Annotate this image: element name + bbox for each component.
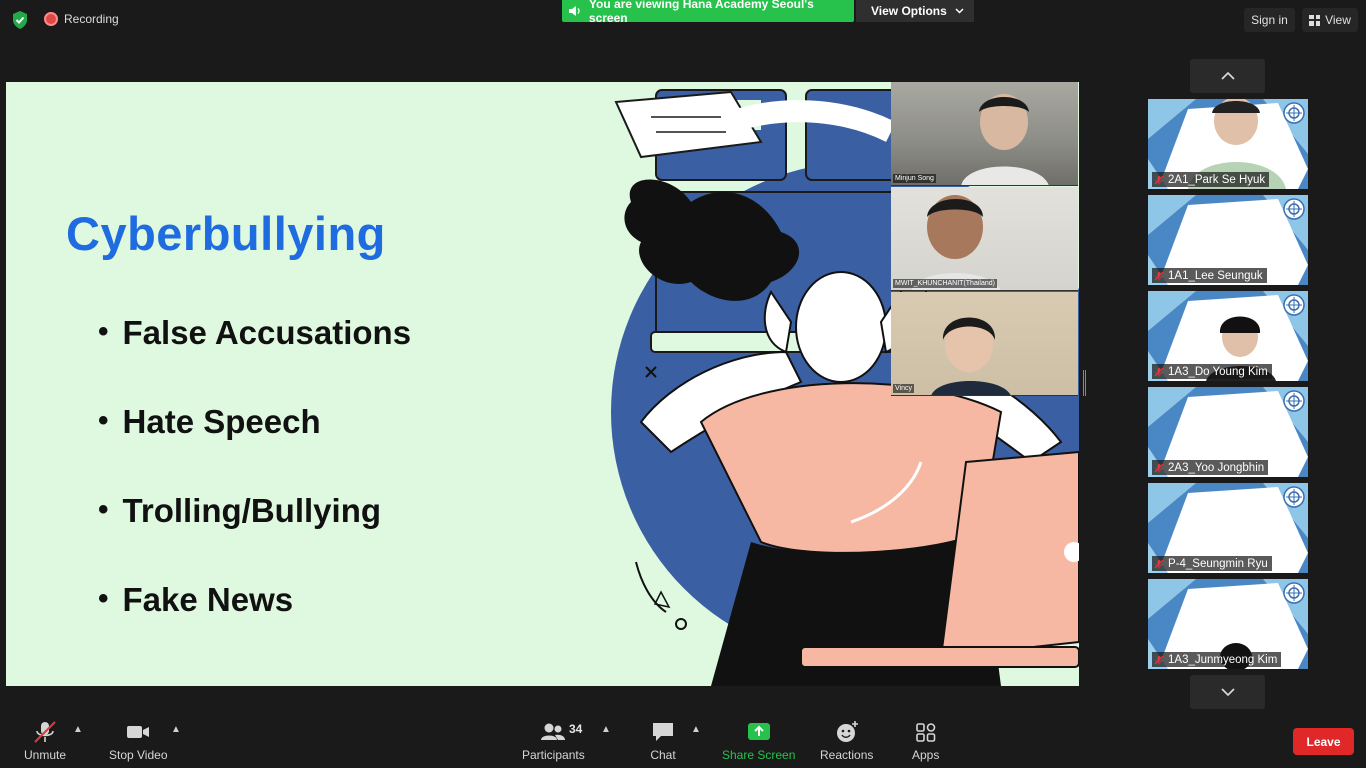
mic-muted-icon: [1154, 367, 1164, 376]
recording-icon: [44, 12, 58, 26]
video-tile-name: MWIT_KHUNCHANIT(Thailand): [893, 279, 997, 288]
participant-name: 1A3_Junmyeong Kim: [1168, 653, 1278, 666]
view-options-button[interactable]: View Options: [856, 0, 974, 22]
share-screen-label: Share Screen: [722, 748, 796, 762]
grid-view-icon: [1309, 14, 1321, 26]
mic-muted-icon: [1154, 655, 1164, 664]
video-tile[interactable]: Vincy: [891, 292, 1078, 396]
viewing-banner-text: You are viewing Hana Academy Seoul's scr…: [588, 0, 814, 25]
school-logo-icon: [1283, 582, 1305, 604]
scroll-up-button[interactable]: [1190, 59, 1265, 93]
recording-label: Recording: [64, 12, 119, 26]
chat-button[interactable]: Chat: [650, 720, 676, 762]
chevron-down-icon: [1220, 688, 1235, 696]
slide-bullet-list: False Accusations Hate Speech Trolling/B…: [98, 314, 412, 670]
mic-muted-icon: [1154, 463, 1164, 472]
leave-button[interactable]: Leave: [1293, 728, 1354, 755]
video-tile[interactable]: MWIT_KHUNCHANIT(Thailand): [891, 187, 1078, 291]
apps-icon: [915, 723, 935, 742]
participant-name-label: P-4_Seungmin Ryu: [1152, 556, 1272, 571]
participant-tile[interactable]: 1A3_Do Young Kim: [1148, 291, 1308, 381]
participant-tile[interactable]: 1A1_Lee Seunguk: [1148, 195, 1308, 285]
school-logo-icon: [1283, 294, 1305, 316]
reactions-label: Reactions: [820, 748, 874, 762]
participant-tile[interactable]: 2A1_Park Se Hyuk: [1148, 99, 1308, 189]
slide-title: Cyberbullying: [66, 207, 386, 260]
participant-name-label: 2A1_Park Se Hyuk: [1152, 172, 1270, 187]
participants-count: 34: [569, 722, 583, 736]
slide-bullet: Hate Speech: [98, 403, 411, 492]
sign-in-label: Sign in: [1251, 13, 1288, 27]
school-logo-icon: [1283, 390, 1305, 412]
unmute-button[interactable]: Unmute: [24, 720, 66, 762]
participant-name: 2A1_Park Se Hyuk: [1168, 173, 1266, 186]
participant-tile[interactable]: P-4_Seungmin Ryu: [1148, 483, 1308, 573]
participant-name-label: 1A3_Do Young Kim: [1152, 364, 1272, 379]
chevron-down-icon: [955, 8, 964, 14]
shield-icon[interactable]: [10, 10, 30, 30]
participant-tile[interactable]: 1A3_Junmyeong Kim: [1148, 579, 1308, 669]
leave-label: Leave: [1306, 734, 1341, 749]
scroll-down-button[interactable]: [1190, 675, 1265, 709]
apps-button[interactable]: Apps: [912, 720, 939, 762]
mic-muted-icon: [1154, 175, 1164, 184]
viewing-banner: You are viewing Hana Academy Seoul's scr…: [562, 0, 854, 25]
share-screen-icon: [747, 723, 770, 740]
slide-bullet: False Accusations: [98, 314, 412, 403]
participant-name: 2A3_Yoo Jongbhin: [1168, 461, 1265, 474]
chat-label: Chat: [650, 748, 676, 762]
mic-muted-icon: [1154, 559, 1164, 568]
participants-icon: [541, 723, 566, 740]
school-logo-icon: [1283, 102, 1305, 124]
sign-in-button[interactable]: Sign in: [1244, 8, 1295, 32]
video-tile-name: Vincy: [893, 384, 914, 393]
chat-icon: [653, 723, 673, 741]
camera-icon: [127, 726, 150, 738]
video-options-caret[interactable]: ▲: [171, 724, 181, 735]
participants-label: Participants: [522, 748, 585, 762]
participant-name: 1A1_Lee Seunguk: [1168, 269, 1263, 282]
participant-name-label: 2A3_Yoo Jongbhin: [1152, 460, 1269, 475]
participant-name: 1A3_Do Young Kim: [1168, 365, 1268, 378]
view-button[interactable]: View: [1302, 8, 1358, 32]
stop-video-label: Stop Video: [109, 748, 168, 762]
participant-video: [911, 195, 1001, 290]
school-logo-icon: [1283, 198, 1305, 220]
slide-bullet: Fake News: [98, 581, 411, 670]
audio-options-caret[interactable]: ▲: [73, 724, 83, 735]
speaker-icon: [568, 6, 580, 16]
school-logo-icon: [1283, 486, 1305, 508]
participant-name-label: 1A1_Lee Seunguk: [1152, 268, 1267, 283]
participant-name: P-4_Seungmin Ryu: [1168, 557, 1268, 570]
mic-muted-icon: [34, 721, 56, 743]
slide-bullet: Trolling/Bullying: [98, 492, 411, 581]
video-tile[interactable]: Minjun Song: [891, 82, 1078, 186]
zoom-meeting-window: Recording You are viewing Hana Academy S…: [0, 0, 1366, 768]
reactions-icon: [836, 721, 858, 742]
recording-indicator[interactable]: Recording: [44, 12, 119, 26]
apps-label: Apps: [912, 748, 940, 762]
view-label: View: [1325, 13, 1351, 27]
reactions-button[interactable]: Reactions: [820, 720, 873, 762]
share-screen-button[interactable]: Share Screen: [722, 720, 795, 762]
mic-muted-icon: [1154, 271, 1164, 280]
stop-video-button[interactable]: Stop Video: [109, 720, 168, 762]
resize-handle[interactable]: [1083, 370, 1086, 396]
participant-video: [931, 316, 1011, 395]
video-tile-name: Minjun Song: [893, 174, 936, 183]
chat-options-caret[interactable]: ▲: [691, 724, 701, 735]
chevron-up-icon: [1220, 72, 1235, 80]
participant-name-label: 1A3_Junmyeong Kim: [1152, 652, 1282, 667]
participant-tile[interactable]: 2A3_Yoo Jongbhin: [1148, 387, 1308, 477]
unmute-label: Unmute: [24, 748, 67, 762]
view-options-label: View Options: [871, 4, 947, 18]
participant-video: [961, 94, 1049, 185]
participants-options-caret[interactable]: ▲: [601, 724, 611, 735]
